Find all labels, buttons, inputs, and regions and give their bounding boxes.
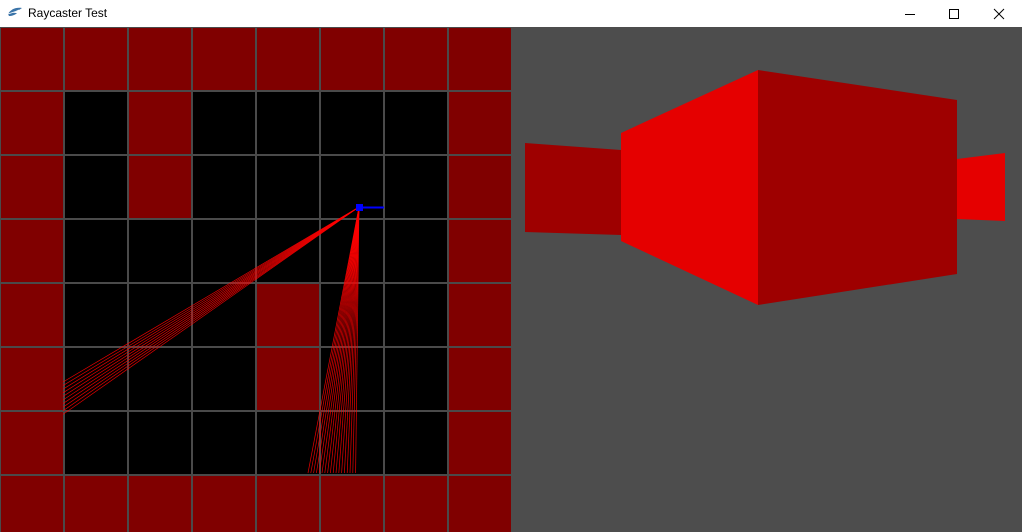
map-wall-cell: [127, 474, 193, 532]
map-floor-cell: [63, 282, 129, 348]
map-floor-cell: [383, 218, 449, 284]
map-floor-cell: [255, 154, 321, 220]
map-wall-cell: [447, 410, 513, 476]
close-button[interactable]: [976, 0, 1022, 27]
map-floor-cell: [383, 346, 449, 412]
map-wall-cell: [319, 27, 385, 92]
minimize-icon: [904, 8, 916, 20]
map-wall-cell: [127, 90, 193, 156]
map-wall-cell: [0, 282, 65, 348]
game-viewport[interactable]: [0, 27, 1022, 532]
map-floor-cell: [191, 90, 257, 156]
map-wall-cell: [255, 27, 321, 92]
map-floor-cell: [319, 90, 385, 156]
map-floor-cell: [63, 218, 129, 284]
map-floor-cell: [127, 410, 193, 476]
maximize-icon: [948, 8, 960, 20]
map-wall-cell: [255, 474, 321, 532]
raycaster-canvas[interactable]: [0, 27, 1022, 532]
map-wall-cell: [0, 154, 65, 220]
map-wall-cell: [447, 474, 513, 532]
map-wall-cell: [319, 474, 385, 532]
wall-slice-center-right: [758, 70, 957, 305]
map-floor-cell: [383, 154, 449, 220]
map-floor-cell: [319, 154, 385, 220]
map-wall-cell: [63, 474, 129, 532]
map-wall-cell: [255, 282, 321, 348]
map-wall-cell: [447, 90, 513, 156]
map-wall-cell: [0, 410, 65, 476]
first-person-view: [511, 27, 1022, 532]
map-wall-cell: [447, 154, 513, 220]
map-wall-cell: [447, 27, 513, 92]
map-wall-cell: [0, 474, 65, 532]
map-floor-cell: [383, 282, 449, 348]
map-wall-cell: [0, 27, 65, 92]
wall-slice-right: [957, 153, 1005, 221]
map-wall-cell: [191, 27, 257, 92]
close-icon: [993, 8, 1005, 20]
map-wall-cell: [383, 474, 449, 532]
map-floor-cell: [255, 410, 321, 476]
map-wall-cell: [0, 346, 65, 412]
map-floor-cell: [191, 346, 257, 412]
title-bar: Raycaster Test: [0, 0, 1022, 27]
map-floor-cell: [63, 410, 129, 476]
map-floor-cell: [191, 154, 257, 220]
map-floor-cell: [63, 154, 129, 220]
map-wall-cell: [447, 282, 513, 348]
map-wall-cell: [127, 27, 193, 92]
map-floor-cell: [127, 218, 193, 284]
maximize-button[interactable]: [931, 0, 977, 27]
feather-python-icon: [7, 6, 23, 20]
map-wall-cell: [0, 218, 65, 284]
map-wall-cell: [191, 474, 257, 532]
map-floor-cell: [255, 90, 321, 156]
map-wall-cell: [63, 27, 129, 92]
map-floor-cell: [127, 282, 193, 348]
map-floor-cell: [383, 410, 449, 476]
wall-slice-left: [525, 143, 621, 235]
map-floor-cell: [191, 410, 257, 476]
map-wall-cell: [0, 90, 65, 156]
map-wall-cell: [447, 346, 513, 412]
map-wall-cell: [447, 218, 513, 284]
minimize-button[interactable]: [887, 0, 933, 27]
map-floor-cell: [63, 90, 129, 156]
map-floor-cell: [383, 90, 449, 156]
window-title: Raycaster Test: [28, 6, 108, 20]
map-wall-cell: [255, 346, 321, 412]
map-wall-cell: [127, 154, 193, 220]
map-wall-cell: [383, 27, 449, 92]
